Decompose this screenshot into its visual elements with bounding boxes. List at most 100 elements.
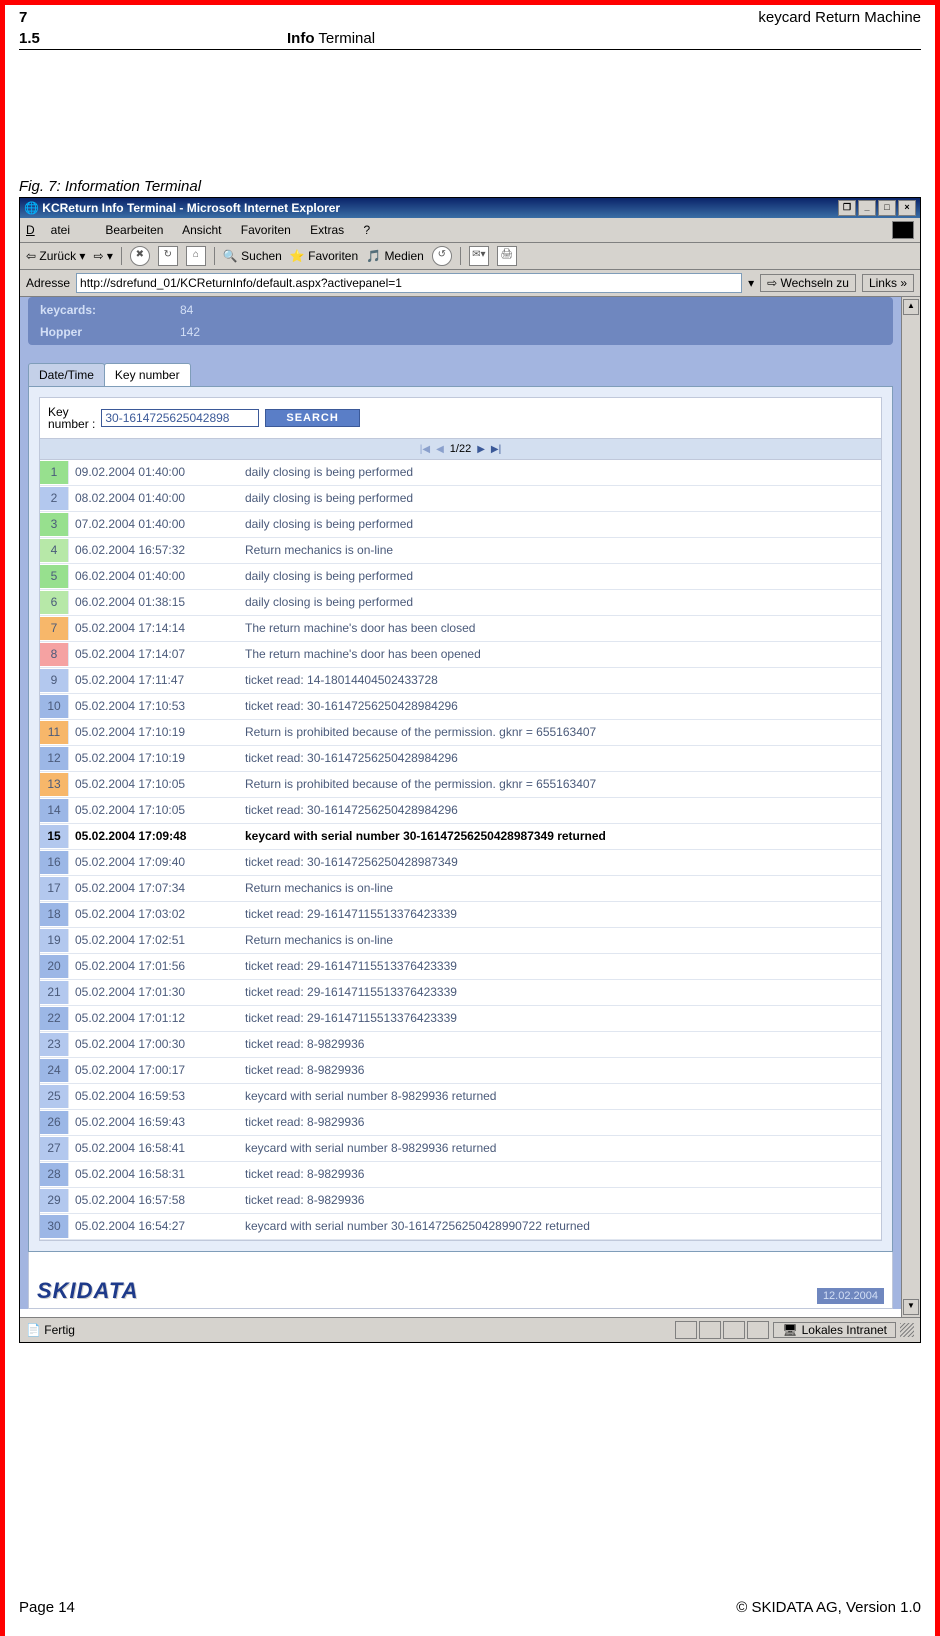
log-row: 2305.02.2004 17:00:30ticket read: 8-9829… bbox=[40, 1032, 881, 1058]
resize-grip-icon[interactable] bbox=[900, 1323, 914, 1337]
row-datetime: 05.02.2004 17:10:05 bbox=[69, 799, 235, 822]
tab-datetime[interactable]: Date/Time bbox=[28, 363, 105, 386]
pager-prev-icon[interactable]: ◀ bbox=[436, 444, 444, 455]
search-button[interactable]: SEARCH bbox=[265, 409, 359, 427]
pager-next-icon[interactable]: ▶ bbox=[477, 444, 485, 455]
tab-keynumber[interactable]: Key number bbox=[104, 363, 191, 386]
row-datetime: 06.02.2004 16:57:32 bbox=[69, 539, 235, 562]
window-title: KCReturn Info Terminal - Microsoft Inter… bbox=[42, 201, 340, 215]
row-datetime: 05.02.2004 17:02:51 bbox=[69, 929, 235, 952]
mail-icon[interactable]: ✉▾ bbox=[469, 246, 489, 266]
row-message: keycard with serial number 30-1614725625… bbox=[235, 1215, 881, 1238]
row-message: ticket read: 29-16147115513376423339 bbox=[235, 1007, 881, 1030]
row-message: keycard with serial number 8-9829936 ret… bbox=[235, 1137, 881, 1160]
row-datetime: 05.02.2004 16:59:53 bbox=[69, 1085, 235, 1108]
restore-icon[interactable]: ❐ bbox=[838, 200, 856, 216]
row-message: daily closing is being performed bbox=[235, 487, 881, 510]
row-index: 25 bbox=[40, 1085, 69, 1108]
status-bar: 📄 Fertig 🖥 Lokales Intranet bbox=[20, 1317, 920, 1342]
log-row: 208.02.2004 01:40:00daily closing is bei… bbox=[40, 486, 881, 512]
chapter-title: keycard Return Machine bbox=[758, 9, 921, 26]
row-message: daily closing is being performed bbox=[235, 565, 881, 588]
menu-bar: Datei Bearbeiten Ansicht Favoriten Extra… bbox=[20, 218, 920, 243]
keynumber-input[interactable] bbox=[101, 409, 259, 427]
close-icon[interactable]: × bbox=[898, 200, 916, 216]
row-message: Return mechanics is on-line bbox=[235, 877, 881, 900]
row-message: ticket read: 14-18014404502433728 bbox=[235, 669, 881, 692]
chapter-number: 7 bbox=[19, 9, 27, 26]
row-datetime: 05.02.2004 16:57:58 bbox=[69, 1189, 235, 1212]
row-index: 28 bbox=[40, 1163, 69, 1186]
row-message: ticket read: 8-9829936 bbox=[235, 1033, 881, 1056]
scroll-up-icon[interactable]: ▲ bbox=[903, 299, 919, 315]
media-button[interactable]: 🎵 Medien bbox=[366, 249, 424, 263]
vertical-scrollbar[interactable]: ▲ ▼ bbox=[901, 297, 920, 1317]
row-datetime: 05.02.2004 17:09:40 bbox=[69, 851, 235, 874]
row-datetime: 05.02.2004 17:10:05 bbox=[69, 773, 235, 796]
row-datetime: 05.02.2004 17:00:17 bbox=[69, 1059, 235, 1082]
pager-position: 1/22 bbox=[450, 443, 471, 455]
keynumber-label: Key number : bbox=[48, 406, 95, 430]
toolbar: ⇦ Zurück ▾ ⇨ ▾ ✖ ↻ ⌂ 🔍 Suchen ⭐ Favorite… bbox=[20, 243, 920, 270]
log-row: 307.02.2004 01:40:00daily closing is bei… bbox=[40, 512, 881, 538]
menu-view[interactable]: Ansicht bbox=[182, 223, 221, 237]
home-icon[interactable]: ⌂ bbox=[186, 246, 206, 266]
minimize-icon[interactable]: _ bbox=[858, 200, 876, 216]
log-row: 3005.02.2004 16:54:27keycard with serial… bbox=[40, 1214, 881, 1240]
row-message: Return is prohibited because of the perm… bbox=[235, 721, 881, 744]
pager-first-icon[interactable]: |◀ bbox=[420, 444, 430, 455]
row-datetime: 07.02.2004 01:40:00 bbox=[69, 513, 235, 536]
log-row: 1105.02.2004 17:10:19Return is prohibite… bbox=[40, 720, 881, 746]
row-index: 20 bbox=[40, 955, 69, 978]
forward-button[interactable]: ⇨ ▾ bbox=[93, 249, 112, 263]
scroll-down-icon[interactable]: ▼ bbox=[903, 1299, 919, 1315]
app-content: keycards: 84 Hopper 142 Date/Time Key nu… bbox=[20, 297, 901, 1309]
row-index: 9 bbox=[40, 669, 69, 692]
back-button[interactable]: ⇦ Zurück ▾ bbox=[26, 249, 85, 263]
log-row: 606.02.2004 01:38:15daily closing is bei… bbox=[40, 590, 881, 616]
stop-icon[interactable]: ✖ bbox=[130, 246, 150, 266]
url-input[interactable] bbox=[76, 273, 742, 293]
maximize-icon[interactable]: □ bbox=[878, 200, 896, 216]
menu-edit[interactable]: Bearbeiten bbox=[105, 223, 163, 237]
row-datetime: 05.02.2004 17:09:48 bbox=[69, 825, 235, 848]
url-dropdown-icon[interactable]: ▾ bbox=[748, 276, 754, 290]
row-message: daily closing is being performed bbox=[235, 461, 881, 484]
row-message: ticket read: 8-9829936 bbox=[235, 1059, 881, 1082]
stats-panel: keycards: 84 Hopper 142 bbox=[28, 297, 893, 345]
menu-file[interactable]: Datei bbox=[26, 223, 86, 237]
row-datetime: 06.02.2004 01:40:00 bbox=[69, 565, 235, 588]
window-titlebar: 🌐 KCReturn Info Terminal - Microsoft Int… bbox=[20, 198, 920, 218]
ie-logo-icon bbox=[892, 221, 914, 239]
log-row: 2905.02.2004 16:57:58ticket read: 8-9829… bbox=[40, 1188, 881, 1214]
log-row: 2405.02.2004 17:00:17ticket read: 8-9829… bbox=[40, 1058, 881, 1084]
tab-strip: Date/Time Key number bbox=[28, 363, 893, 386]
log-row: 1805.02.2004 17:03:02ticket read: 29-161… bbox=[40, 902, 881, 928]
go-button[interactable]: ⇨ Wechseln zu bbox=[760, 274, 856, 292]
row-index: 6 bbox=[40, 591, 69, 614]
history-icon[interactable]: ↺ bbox=[432, 246, 452, 266]
search-button[interactable]: 🔍 Suchen bbox=[223, 249, 282, 263]
row-message: ticket read: 8-9829936 bbox=[235, 1111, 881, 1134]
print-icon[interactable]: 🖨 bbox=[497, 246, 517, 266]
pager-last-icon[interactable]: ▶| bbox=[491, 444, 501, 455]
menu-favorites[interactable]: Favoriten bbox=[241, 223, 291, 237]
log-row: 2505.02.2004 16:59:53keycard with serial… bbox=[40, 1084, 881, 1110]
row-datetime: 05.02.2004 16:54:27 bbox=[69, 1215, 235, 1238]
links-button[interactable]: Links » bbox=[862, 274, 914, 292]
row-index: 15 bbox=[40, 825, 69, 848]
row-datetime: 05.02.2004 17:03:02 bbox=[69, 903, 235, 926]
row-message: daily closing is being performed bbox=[235, 591, 881, 614]
page-number: Page 14 bbox=[19, 1599, 75, 1616]
menu-extras[interactable]: Extras bbox=[310, 223, 344, 237]
row-message: ticket read: 29-16147115513376423339 bbox=[235, 981, 881, 1004]
refresh-icon[interactable]: ↻ bbox=[158, 246, 178, 266]
favorites-button[interactable]: ⭐ Favoriten bbox=[290, 249, 358, 263]
section-title-bold: Info bbox=[287, 30, 315, 47]
section-number: 1.5 bbox=[19, 30, 287, 47]
log-row: 1305.02.2004 17:10:05Return is prohibite… bbox=[40, 772, 881, 798]
menu-help[interactable]: ? bbox=[364, 223, 371, 237]
row-message: daily closing is being performed bbox=[235, 513, 881, 536]
row-index: 21 bbox=[40, 981, 69, 1004]
row-index: 30 bbox=[40, 1215, 69, 1238]
